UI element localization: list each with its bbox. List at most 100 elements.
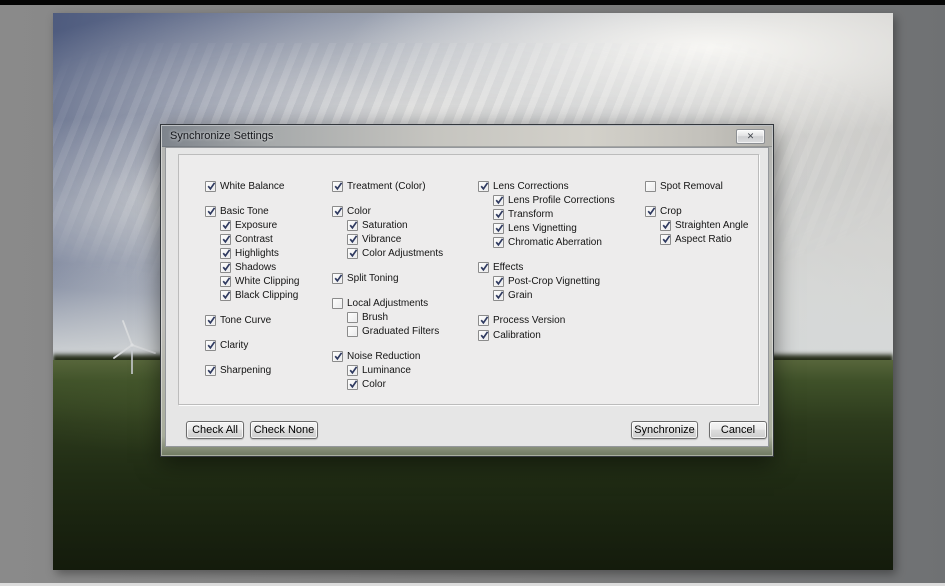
checkbox-item-brush[interactable]: Brush — [332, 310, 443, 324]
checkbox-item-contrast[interactable]: Contrast — [205, 232, 299, 246]
basic-tone-checkbox[interactable] — [205, 206, 216, 217]
group-effects: EffectsPost-Crop VignettingGrain — [478, 260, 615, 302]
checkbox-item-basic-tone[interactable]: Basic Tone — [205, 204, 299, 218]
grain-checkbox[interactable] — [493, 290, 504, 301]
post-crop-vignetting-checkbox[interactable] — [493, 276, 504, 287]
group-clarity: Clarity — [205, 338, 299, 352]
black-clipping-checkbox[interactable] — [220, 290, 231, 301]
checkbox-item-shadows[interactable]: Shadows — [205, 260, 299, 274]
effects-checkbox[interactable] — [478, 262, 489, 273]
aspect-ratio-checkbox[interactable] — [660, 234, 671, 245]
checkbox-item-chromatic-aberration[interactable]: Chromatic Aberration — [478, 235, 615, 249]
brush-checkbox[interactable] — [347, 312, 358, 323]
checkbox-item-vibrance[interactable]: Vibrance — [332, 232, 443, 246]
shadows-checkbox[interactable] — [220, 262, 231, 273]
checkbox-item-split-toning[interactable]: Split Toning — [332, 271, 443, 285]
checkbox-item-noise-reduction[interactable]: Noise Reduction — [332, 349, 443, 363]
graduated-filters-checkbox[interactable] — [347, 326, 358, 337]
tone-curve-label: Tone Curve — [220, 315, 271, 326]
cancel-button[interactable]: Cancel — [709, 421, 767, 439]
luminance-checkbox[interactable] — [347, 365, 358, 376]
contrast-checkbox[interactable] — [220, 234, 231, 245]
spot-removal-checkbox[interactable] — [645, 181, 656, 192]
white-balance-checkbox[interactable] — [205, 181, 216, 192]
checkbox-item-grain[interactable]: Grain — [478, 288, 615, 302]
lens-vignetting-checkbox[interactable] — [493, 223, 504, 234]
group-sharpening: Sharpening — [205, 363, 299, 377]
highlights-checkbox[interactable] — [220, 248, 231, 259]
tone-curve-checkbox[interactable] — [205, 315, 216, 326]
split-toning-label: Split Toning — [347, 273, 399, 284]
transform-checkbox[interactable] — [493, 209, 504, 220]
crop-label: Crop — [660, 206, 682, 217]
check-none-button[interactable]: Check None — [250, 421, 318, 439]
local-adjustments-label: Local Adjustments — [347, 298, 428, 309]
checkbox-item-white-clipping[interactable]: White Clipping — [205, 274, 299, 288]
group-white-balance: White Balance — [205, 179, 299, 193]
checkbox-item-sharpening[interactable]: Sharpening — [205, 363, 299, 377]
chromatic-aberration-checkbox[interactable] — [493, 237, 504, 248]
saturation-checkbox[interactable] — [347, 220, 358, 231]
checkbox-item-lens-corrections[interactable]: Lens Corrections — [478, 179, 615, 193]
checkbox-item-color-adjustments[interactable]: Color Adjustments — [332, 246, 443, 260]
checkbox-item-treatment-color[interactable]: Treatment (Color) — [332, 179, 443, 193]
color-checkbox[interactable] — [347, 379, 358, 390]
crop-checkbox[interactable] — [645, 206, 656, 217]
sharpening-checkbox[interactable] — [205, 365, 216, 376]
color-checkbox[interactable] — [332, 206, 343, 217]
checkbox-item-black-clipping[interactable]: Black Clipping — [205, 288, 299, 302]
close-button[interactable]: ✕ — [736, 129, 765, 144]
group-lens-corrections: Lens CorrectionsLens Profile Corrections… — [478, 179, 615, 249]
spot-removal-label: Spot Removal — [660, 181, 723, 192]
color-label: Color — [362, 379, 386, 390]
checkbox-item-spot-removal[interactable]: Spot Removal — [645, 179, 748, 193]
exposure-checkbox[interactable] — [220, 220, 231, 231]
checkbox-item-crop[interactable]: Crop — [645, 204, 748, 218]
color-adjustments-checkbox[interactable] — [347, 248, 358, 259]
process-version-checkbox[interactable] — [478, 315, 489, 326]
checkbox-item-tone-curve[interactable]: Tone Curve — [205, 313, 299, 327]
lens-profile-corrections-checkbox[interactable] — [493, 195, 504, 206]
group-treatment-color: Treatment (Color) — [332, 179, 443, 193]
checkbox-item-exposure[interactable]: Exposure — [205, 218, 299, 232]
checkbox-item-transform[interactable]: Transform — [478, 207, 615, 221]
checkbox-item-color[interactable]: Color — [332, 204, 443, 218]
straighten-angle-checkbox[interactable] — [660, 220, 671, 231]
checkbox-item-lens-profile-corrections[interactable]: Lens Profile Corrections — [478, 193, 615, 207]
treatment-color-label: Treatment (Color) — [347, 181, 426, 192]
clarity-checkbox[interactable] — [205, 340, 216, 351]
checkbox-item-luminance[interactable]: Luminance — [332, 363, 443, 377]
white-clipping-checkbox[interactable] — [220, 276, 231, 287]
checkbox-item-lens-vignetting[interactable]: Lens Vignetting — [478, 221, 615, 235]
split-toning-checkbox[interactable] — [332, 273, 343, 284]
checkbox-item-white-balance[interactable]: White Balance — [205, 179, 299, 193]
calibration-checkbox[interactable] — [478, 330, 489, 341]
synchronize-button[interactable]: Synchronize — [631, 421, 698, 439]
checkbox-item-straighten-angle[interactable]: Straighten Angle — [645, 218, 748, 232]
basic-tone-label: Basic Tone — [220, 206, 269, 217]
graduated-filters-label: Graduated Filters — [362, 326, 439, 337]
checkbox-item-process-version[interactable]: Process Version — [478, 313, 615, 327]
black-clipping-label: Black Clipping — [235, 290, 298, 301]
checkbox-item-saturation[interactable]: Saturation — [332, 218, 443, 232]
noise-reduction-checkbox[interactable] — [332, 351, 343, 362]
checkbox-item-aspect-ratio[interactable]: Aspect Ratio — [645, 232, 748, 246]
checkbox-item-local-adjustments[interactable]: Local Adjustments — [332, 296, 443, 310]
checkbox-item-clarity[interactable]: Clarity — [205, 338, 299, 352]
calibration-label: Calibration — [493, 330, 541, 341]
checkbox-item-effects[interactable]: Effects — [478, 260, 615, 274]
check-all-button[interactable]: Check All — [186, 421, 244, 439]
checkbox-item-color[interactable]: Color — [332, 377, 443, 391]
checkbox-item-calibration[interactable]: Calibration — [478, 328, 615, 342]
lens-corrections-checkbox[interactable] — [478, 181, 489, 192]
dialog-titlebar[interactable]: Synchronize Settings ✕ — [162, 126, 772, 147]
white-balance-label: White Balance — [220, 181, 284, 192]
local-adjustments-checkbox[interactable] — [332, 298, 343, 309]
checkbox-item-highlights[interactable]: Highlights — [205, 246, 299, 260]
checkbox-item-graduated-filters[interactable]: Graduated Filters — [332, 324, 443, 338]
checkbox-item-post-crop-vignetting[interactable]: Post-Crop Vignetting — [478, 274, 615, 288]
screen: Synchronize Settings ✕ White Balance Basi… — [0, 0, 945, 586]
vibrance-checkbox[interactable] — [347, 234, 358, 245]
treatment-color-checkbox[interactable] — [332, 181, 343, 192]
color-adjustments-label: Color Adjustments — [362, 248, 443, 259]
